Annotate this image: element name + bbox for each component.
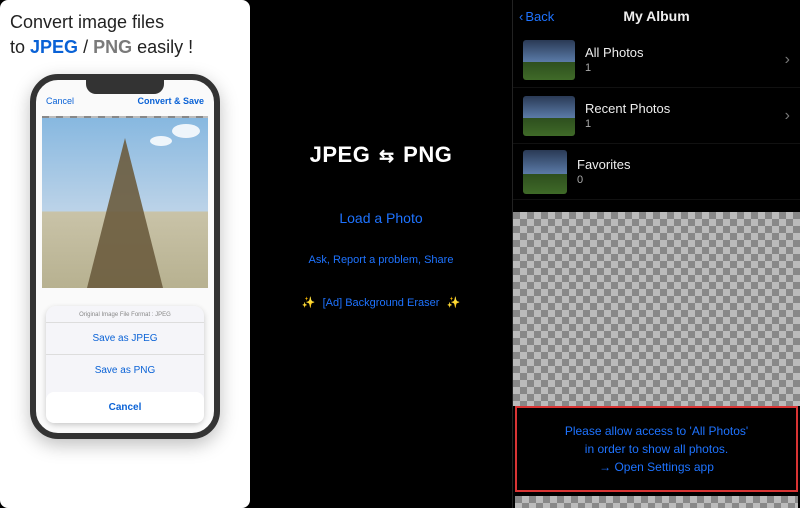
perm-line-2: in order to show all photos. — [527, 440, 786, 458]
cancel-button[interactable]: Cancel — [46, 96, 74, 106]
album-thumb — [523, 40, 575, 80]
sparkle-icon: ✨ — [298, 297, 320, 309]
example-image — [42, 118, 208, 288]
perm-line-1: Please allow access to 'All Photos' — [527, 422, 786, 440]
app-home-panel: JPEG ⇆ PNG Load a Photo Ask, Report a pr… — [250, 0, 512, 508]
headline-suffix: easily ! — [137, 37, 193, 57]
album-name: All Photos — [585, 45, 644, 60]
page-title: My Album — [513, 8, 800, 24]
app-logo: JPEG ⇆ PNG — [310, 142, 453, 168]
sparkle-icon: ✨ — [442, 297, 464, 309]
iphone-notch — [86, 80, 164, 94]
empty-grid — [513, 212, 800, 406]
iphone-mock: Cancel Convert & Save Original Image Fil… — [30, 74, 220, 439]
nav-bar: ‹ Back My Album — [513, 0, 800, 32]
album-count: 1 — [585, 118, 670, 130]
ad-label: [Ad] Background Eraser — [323, 297, 440, 309]
headline: Convert image files to JPEG / PNG easily… — [10, 10, 193, 60]
album-all-photos[interactable]: All Photos 1 › — [513, 32, 800, 88]
chevron-right-icon: › — [785, 107, 790, 125]
album-favorites[interactable]: Favorites 0 — [513, 144, 800, 200]
album-thumb-empty — [523, 150, 567, 194]
ad-background-eraser-link[interactable]: ✨ [Ad] Background Eraser ✨ — [298, 296, 464, 309]
cloud-icon — [172, 124, 200, 138]
open-settings-link[interactable]: → Open Settings app — [527, 458, 786, 476]
logo-jpeg: JPEG — [310, 142, 371, 167]
album-recent-photos[interactable]: Recent Photos 1 › — [513, 88, 800, 144]
album-picker-panel: ‹ Back My Album All Photos 1 › Recent Ph… — [512, 0, 800, 508]
album-thumb — [523, 96, 575, 136]
promo-panel: Convert image files to JPEG / PNG easily… — [0, 0, 250, 508]
sheet-cancel-button[interactable]: Cancel — [46, 392, 204, 423]
convert-save-button[interactable]: Convert & Save — [137, 96, 204, 106]
headline-line1: Convert image files — [10, 12, 164, 32]
headline-jpeg: JPEG — [30, 37, 78, 57]
load-photo-button[interactable]: Load a Photo — [339, 210, 422, 226]
save-as-png-button[interactable]: Save as PNG — [46, 354, 204, 386]
swap-arrows-icon: ⇆ — [377, 146, 397, 167]
headline-to: to — [10, 37, 30, 57]
phone-toolbar: Cancel Convert & Save — [36, 96, 214, 106]
permission-warning[interactable]: Please allow access to 'All Photos' in o… — [515, 406, 798, 492]
album-count: 0 — [577, 174, 630, 186]
headline-slash: / — [83, 37, 93, 57]
ask-report-share-link[interactable]: Ask, Report a problem, Share — [309, 254, 454, 266]
gap — [513, 200, 800, 212]
save-as-jpeg-button[interactable]: Save as JPEG — [46, 322, 204, 354]
logo-png: PNG — [403, 142, 452, 167]
album-count: 1 — [585, 62, 644, 74]
eiffel-tower-icon — [87, 138, 163, 288]
chevron-right-icon: › — [785, 51, 790, 69]
album-name: Recent Photos — [585, 101, 670, 116]
bottom-strip — [515, 496, 798, 508]
headline-png: PNG — [93, 37, 132, 57]
action-sheet: Original Image File Format : JPEG Save a… — [46, 306, 204, 423]
sheet-hint: Original Image File Format : JPEG — [46, 306, 204, 322]
album-name: Favorites — [577, 157, 630, 172]
